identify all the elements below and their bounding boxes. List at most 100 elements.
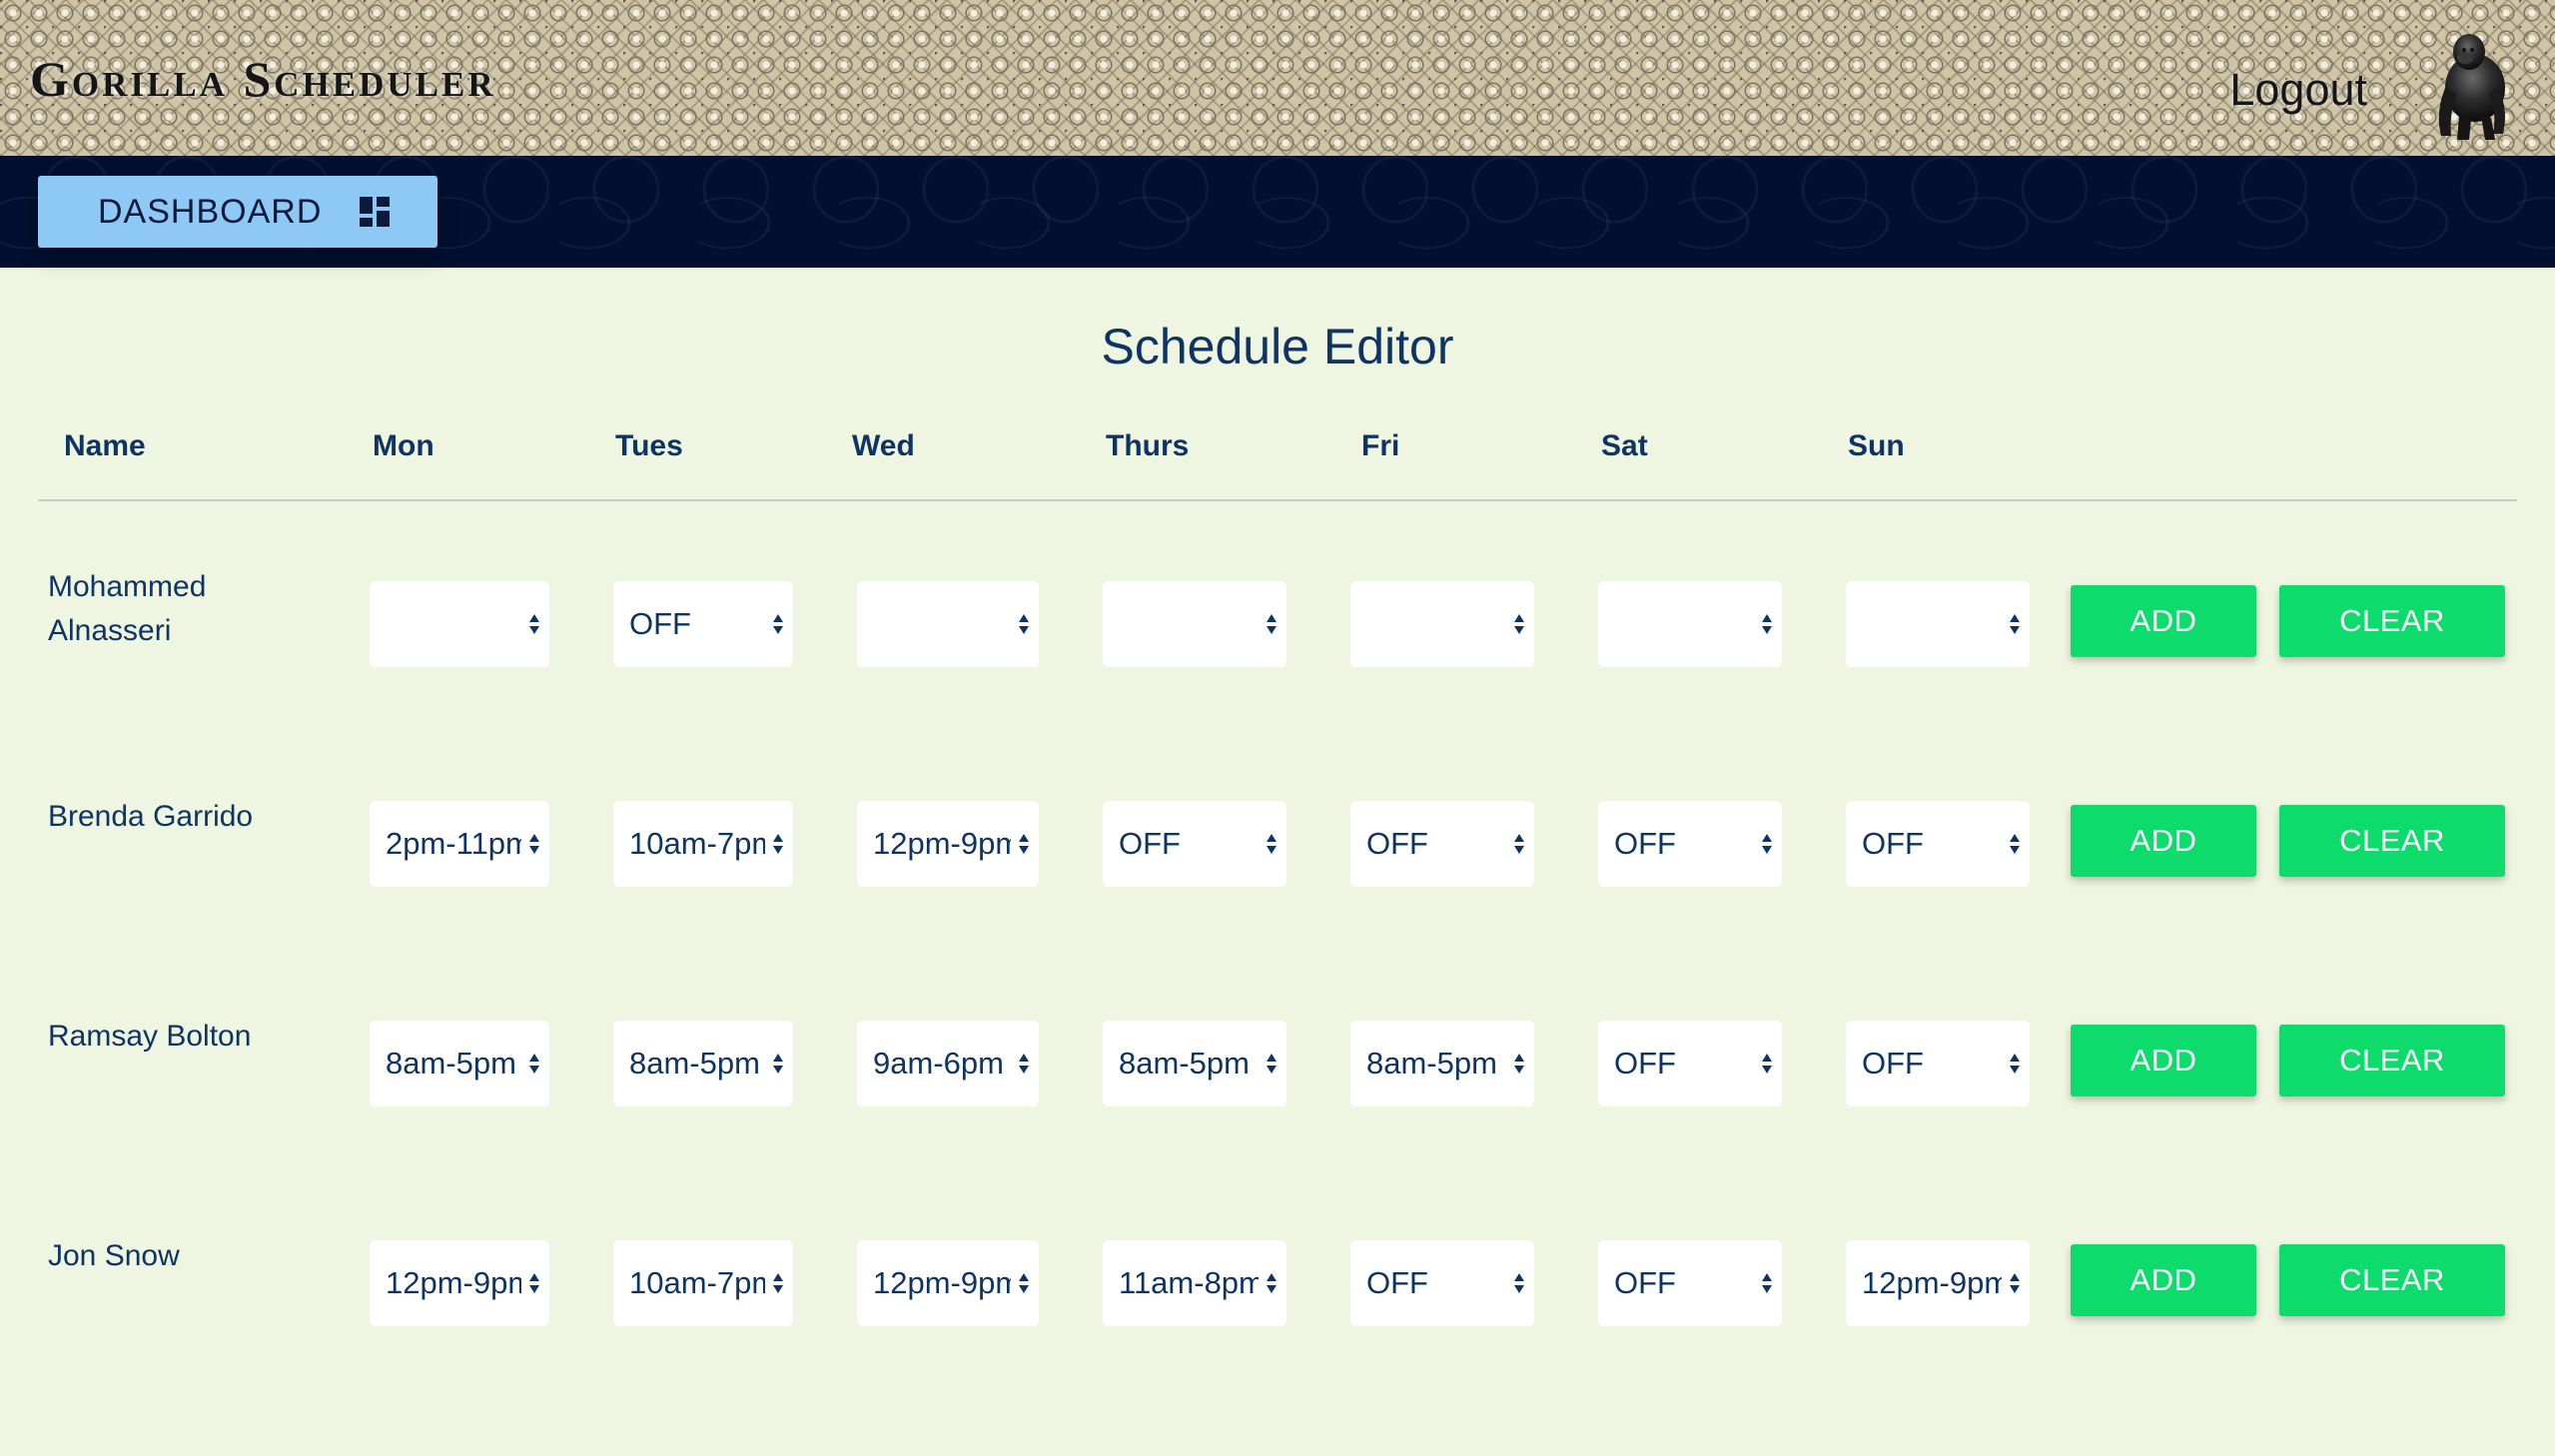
chevron-updown-icon xyxy=(1514,1054,1524,1074)
add-button[interactable]: ADD xyxy=(2071,1025,2256,1096)
employee-name: Mohammed Alnasseri xyxy=(48,570,207,647)
clear-button[interactable]: CLEAR xyxy=(2279,805,2505,877)
chevron-updown-icon xyxy=(2010,1273,2020,1293)
page-title: Schedule Editor xyxy=(1101,319,1454,374)
chevron-updown-icon xyxy=(1514,614,1524,634)
shift-value: 8am-5pm xyxy=(1366,1046,1497,1081)
shift-value: 8am-5pm xyxy=(386,1046,516,1081)
shift-select-wed[interactable]: 12pm-9pm xyxy=(857,1240,1039,1326)
chevron-updown-icon xyxy=(1514,1273,1524,1293)
chevron-updown-icon xyxy=(1267,1054,1277,1074)
shift-select-sun[interactable]: 12pm-9pm xyxy=(1846,1240,2030,1326)
shift-value: 11am-8pm xyxy=(1119,1265,1259,1300)
shift-select-thurs[interactable]: 11am-8pm xyxy=(1103,1240,1286,1326)
shift-select-mon[interactable] xyxy=(370,581,549,667)
shift-select-tues[interactable]: OFF xyxy=(613,581,793,667)
column-header-sun: Sun xyxy=(1848,429,1905,462)
employee-name: Brenda Garrido xyxy=(48,800,254,833)
chevron-updown-icon xyxy=(529,834,539,854)
shift-select-sat[interactable]: OFF xyxy=(1598,1021,1782,1106)
chevron-updown-icon xyxy=(1762,834,1772,854)
shift-select-wed[interactable]: 12pm-9pm xyxy=(857,801,1039,887)
shift-select-mon[interactable]: 8am-5pm xyxy=(370,1021,549,1106)
shift-value: 12pm-9pm xyxy=(1862,1265,2002,1300)
clear-button[interactable]: CLEAR xyxy=(2279,585,2505,657)
column-header-thurs: Thurs xyxy=(1106,429,1190,462)
add-button[interactable]: ADD xyxy=(2071,805,2256,877)
shift-select-tues[interactable]: 10am-7pm xyxy=(613,801,793,887)
shift-select-tues[interactable]: 8am-5pm xyxy=(613,1021,793,1106)
gorilla-icon xyxy=(2438,34,2505,140)
shift-value: 8am-5pm xyxy=(1119,1046,1250,1081)
column-header-name: Name xyxy=(64,429,146,462)
shift-select-fri[interactable]: OFF xyxy=(1350,801,1534,887)
shift-select-sat[interactable]: OFF xyxy=(1598,801,1782,887)
add-button[interactable]: ADD xyxy=(2071,1244,2256,1316)
shift-select-fri[interactable] xyxy=(1350,581,1534,667)
chevron-updown-icon xyxy=(1267,614,1277,634)
shift-value: 2pm-11pm xyxy=(386,826,521,861)
shift-value: OFF xyxy=(1614,1046,1676,1081)
shift-select-sun[interactable]: OFF xyxy=(1846,801,2030,887)
shift-value: 8am-5pm xyxy=(629,1046,760,1081)
logout-link[interactable]: Logout xyxy=(2229,64,2367,116)
chevron-updown-icon xyxy=(1267,834,1277,854)
dashboard-label: DASHBOARD xyxy=(98,192,323,231)
column-header-sat: Sat xyxy=(1601,429,1648,462)
chevron-updown-icon xyxy=(529,614,539,634)
shift-select-sun[interactable] xyxy=(1846,581,2030,667)
clear-button[interactable]: CLEAR xyxy=(2279,1244,2505,1316)
chevron-updown-icon xyxy=(1762,1273,1772,1293)
shift-value: OFF xyxy=(1366,1265,1428,1300)
shift-value: OFF xyxy=(629,606,691,641)
shift-select-fri[interactable]: 8am-5pm xyxy=(1350,1021,1534,1106)
shift-value: OFF xyxy=(1614,1265,1676,1300)
shift-select-thurs[interactable]: OFF xyxy=(1103,801,1286,887)
shift-value: 10am-7pm xyxy=(629,1265,765,1300)
chevron-updown-icon xyxy=(1019,834,1029,854)
shift-select-wed[interactable] xyxy=(857,581,1039,667)
chevron-updown-icon xyxy=(2010,834,2020,854)
chevron-updown-icon xyxy=(2010,614,2020,634)
chevron-updown-icon xyxy=(773,614,783,634)
chevron-updown-icon xyxy=(529,1273,539,1293)
clear-button[interactable]: CLEAR xyxy=(2279,1025,2505,1096)
shift-value: 9am-6pm xyxy=(873,1046,1004,1081)
chevron-updown-icon xyxy=(529,1054,539,1074)
shift-select-fri[interactable]: OFF xyxy=(1350,1240,1534,1326)
shift-select-sat[interactable]: OFF xyxy=(1598,1240,1782,1326)
shift-value: 12pm-9pm xyxy=(873,1265,1011,1300)
chevron-updown-icon xyxy=(1019,1273,1029,1293)
dashboard-button[interactable]: DASHBOARD xyxy=(38,176,437,248)
app-title: Gorilla Scheduler xyxy=(30,51,496,107)
chevron-updown-icon xyxy=(773,1273,783,1293)
shift-select-wed[interactable]: 9am-6pm xyxy=(857,1021,1039,1106)
shift-value: OFF xyxy=(1862,1046,1924,1081)
chevron-updown-icon xyxy=(1762,1054,1772,1074)
shift-value: 10am-7pm xyxy=(629,826,765,861)
shift-select-mon[interactable]: 12pm-9pm xyxy=(370,1240,549,1326)
column-header-fri: Fri xyxy=(1361,429,1400,462)
chevron-updown-icon xyxy=(1019,1054,1029,1074)
chevron-updown-icon xyxy=(1514,834,1524,854)
shift-value: 12pm-9pm xyxy=(873,826,1011,861)
shift-value: OFF xyxy=(1862,826,1924,861)
add-button[interactable]: ADD xyxy=(2071,585,2256,657)
app-header: Gorilla Scheduler Logout xyxy=(0,0,2555,156)
shift-select-thurs[interactable]: 8am-5pm xyxy=(1103,1021,1286,1106)
header-divider xyxy=(38,499,2517,501)
column-header-wed: Wed xyxy=(852,429,915,462)
shift-value: 12pm-9pm xyxy=(386,1265,521,1300)
shift-value: OFF xyxy=(1366,826,1428,861)
shift-select-tues[interactable]: 10am-7pm xyxy=(613,1240,793,1326)
chevron-updown-icon xyxy=(1267,1273,1277,1293)
shift-select-sat[interactable] xyxy=(1598,581,1782,667)
chevron-updown-icon xyxy=(773,1054,783,1074)
shift-select-sun[interactable]: OFF xyxy=(1846,1021,2030,1106)
shift-value: OFF xyxy=(1119,826,1181,861)
column-header-mon: Mon xyxy=(373,429,434,462)
shift-select-mon[interactable]: 2pm-11pm xyxy=(370,801,549,887)
chevron-updown-icon xyxy=(773,834,783,854)
chevron-updown-icon xyxy=(1019,614,1029,634)
shift-select-thurs[interactable] xyxy=(1103,581,1286,667)
